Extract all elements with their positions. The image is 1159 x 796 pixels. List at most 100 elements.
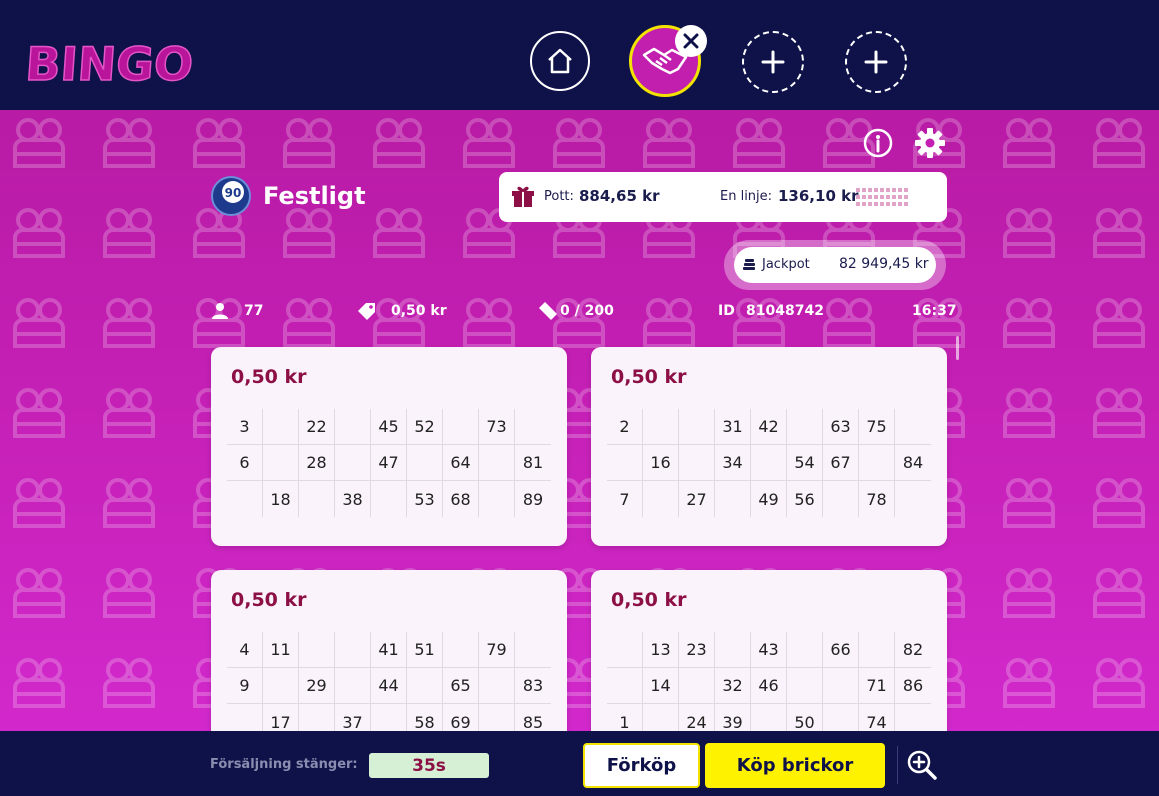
card-grid: 13 23 43 66 82 14 32 46 71 86 1 24 39 50 74 xyxy=(607,632,931,740)
jackpot-label: Jackpot xyxy=(762,257,810,272)
card-cell: 51 xyxy=(407,632,443,668)
card-cell: 42 xyxy=(751,409,787,445)
card-cell: 13 xyxy=(643,632,679,668)
scrollbar[interactable] xyxy=(956,336,959,360)
card-grid: 2 31 42 63 75 16 34 54 67 84 7 27 49 56 78 xyxy=(607,409,931,517)
card-cell: 11 xyxy=(263,632,299,668)
tickets-count: 0 / 200 xyxy=(560,303,614,319)
card-cell: 79 xyxy=(479,632,515,668)
top-bar: BINGO xyxy=(0,0,1159,110)
card-cell: 44 xyxy=(371,668,407,704)
start-time: 16:37 xyxy=(912,303,957,319)
card-cell: 43 xyxy=(751,632,787,668)
card-cell: 32 xyxy=(715,668,751,704)
line-label: En linje: xyxy=(720,189,773,204)
card-cell: 63 xyxy=(823,409,859,445)
card-cell: 45 xyxy=(371,409,407,445)
card-cell xyxy=(299,632,335,668)
card-cell xyxy=(479,445,515,481)
close-icon xyxy=(683,33,699,49)
card-cell xyxy=(859,445,895,481)
card-cell xyxy=(227,481,263,517)
bingo-card[interactable]: 0,50 kr 2 31 42 63 75 16 34 54 67 84 7 27 49 56 78 xyxy=(591,347,947,546)
card-cell xyxy=(715,481,751,517)
card-cell: 84 xyxy=(895,445,931,481)
game-title: Festligt xyxy=(263,182,366,210)
card-cell xyxy=(335,409,371,445)
card-cell xyxy=(895,481,931,517)
card-cell xyxy=(823,481,859,517)
card-cell: 23 xyxy=(679,632,715,668)
card-cell xyxy=(679,668,715,704)
card-cell xyxy=(443,409,479,445)
close-room-button[interactable] xyxy=(675,25,707,57)
card-cell xyxy=(263,668,299,704)
card-cell xyxy=(643,481,679,517)
add-room-button[interactable] xyxy=(845,31,907,93)
players-icon xyxy=(212,303,228,319)
card-cell: 22 xyxy=(299,409,335,445)
card-cell: 89 xyxy=(522,489,544,509)
ticket-icon xyxy=(539,302,557,320)
card-cell: 49 xyxy=(751,481,787,517)
jackpot-panel[interactable]: Jackpot 82 949,45 kr xyxy=(724,240,946,290)
bingo-logo[interactable]: BINGO xyxy=(26,30,196,90)
card-cell xyxy=(751,445,787,481)
card-grid: 4 11 41 51 79 9 29 44 65 83 17 37 58 69 85 xyxy=(227,632,551,740)
bottom-bar: Försäljning stänger: 35s Förköp Köp bric… xyxy=(0,731,1159,796)
card-cell: 4 xyxy=(227,632,263,668)
bingo-card[interactable]: 0,50 kr 3 22 45 52 73 6 28 47 64 81 18 38 53 68 89 xyxy=(211,347,567,546)
players-count: 77 xyxy=(244,303,264,319)
prize-panel: Pott: 884,65 kr En linje: 136,10 kr xyxy=(499,172,947,222)
card-cell: 7 xyxy=(607,481,643,517)
home-icon xyxy=(548,48,572,74)
card-cell xyxy=(263,445,299,481)
card-cell: 71 xyxy=(859,668,895,704)
card-cell xyxy=(823,668,859,704)
card-cell: 29 xyxy=(299,668,335,704)
card-cell xyxy=(787,409,823,445)
card-cell xyxy=(407,445,443,481)
card-cell: 82 xyxy=(895,632,931,668)
card-cell: 52 xyxy=(407,409,443,445)
card-cell xyxy=(443,632,479,668)
card-cell xyxy=(715,632,751,668)
svg-text:90: 90 xyxy=(225,186,242,200)
card-cell xyxy=(787,668,823,704)
card-cell: 67 xyxy=(823,445,859,481)
card-cell: 53 xyxy=(407,481,443,517)
card-cell: 3 xyxy=(227,409,263,445)
bingo-ball-icon: 90 xyxy=(211,176,251,216)
gift-icon xyxy=(512,186,534,207)
card-cell xyxy=(407,668,443,704)
card-cell: 73 xyxy=(479,409,515,445)
card-price: 0,50 kr xyxy=(231,589,307,611)
card-cell: 18 xyxy=(263,481,299,517)
add-room-button[interactable] xyxy=(742,31,804,93)
card-cell xyxy=(607,632,643,668)
card-cell xyxy=(335,632,371,668)
countdown-timer: 35s xyxy=(369,753,489,778)
card-cell: 2 xyxy=(607,409,643,445)
winning-pattern-icon[interactable] xyxy=(856,188,910,206)
price-tag-icon xyxy=(358,303,375,320)
card-cell: 56 xyxy=(787,481,823,517)
zoom-in-icon[interactable] xyxy=(906,749,938,781)
buy-tickets-button[interactable]: Köp brickor xyxy=(705,743,885,788)
card-cell: 31 xyxy=(715,409,751,445)
card-cell: 27 xyxy=(679,481,715,517)
info-icon[interactable] xyxy=(862,127,894,159)
home-button[interactable] xyxy=(530,31,590,91)
card-cell: 6 xyxy=(227,445,263,481)
card-price: 0,50 kr xyxy=(611,589,687,611)
card-cell xyxy=(859,632,895,668)
prebuy-button[interactable]: Förköp xyxy=(583,743,700,788)
gear-icon[interactable] xyxy=(914,127,946,159)
jackpot-value: 82 949,45 kr xyxy=(839,256,929,272)
card-cell: 68 xyxy=(443,481,479,517)
card-cell: 47 xyxy=(371,445,407,481)
jackpot-pill: Jackpot 82 949,45 kr xyxy=(734,247,936,283)
svg-text:BINGO: BINGO xyxy=(26,37,195,90)
card-cell xyxy=(371,481,407,517)
card-cell xyxy=(515,632,551,668)
